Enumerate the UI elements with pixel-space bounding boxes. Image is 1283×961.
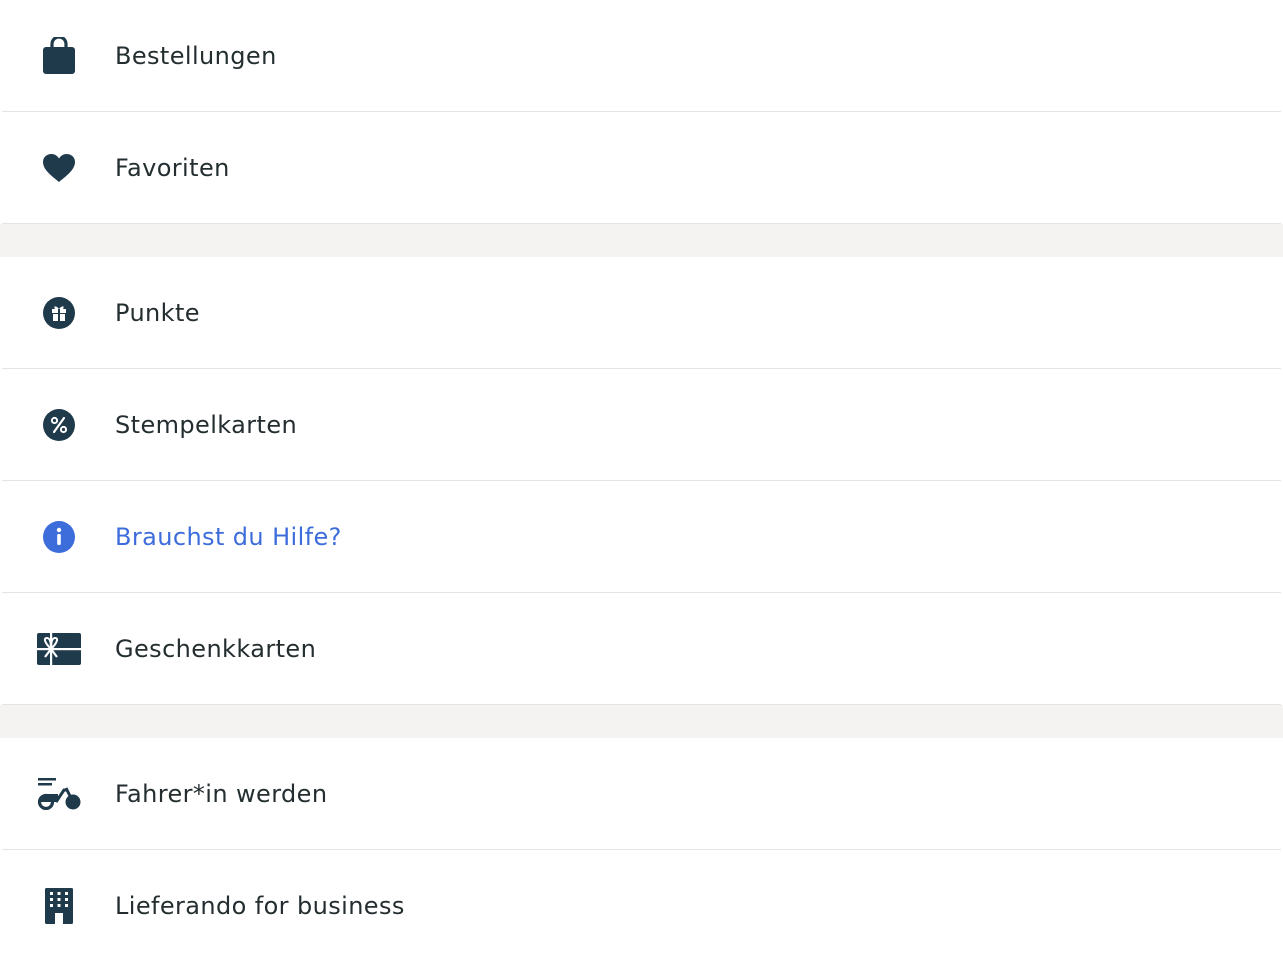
menu-item-points[interactable]: Punkte [2, 257, 1281, 369]
menu-item-become-courier[interactable]: Fahrer*in werden [2, 738, 1281, 850]
menu-item-label: Favoriten [115, 153, 230, 182]
menu-group-rewards: Punkte Stempelkarten Brauchst du Hilfe? … [2, 257, 1281, 705]
menu-item-label: Geschenkkarten [115, 634, 317, 663]
menu-group-other: Fahrer*in werden Lieferando for business [2, 738, 1281, 961]
menu-item-label: Fahrer*in werden [115, 779, 328, 808]
menu-item-label: Stempelkarten [115, 410, 298, 439]
menu-item-label: Punkte [115, 298, 200, 327]
building-icon [35, 882, 83, 930]
heart-icon [35, 144, 83, 192]
menu-item-favorites[interactable]: Favoriten [2, 112, 1281, 224]
menu-item-label: Lieferando for business [115, 891, 405, 920]
scooter-icon [35, 770, 83, 818]
section-divider [0, 705, 1283, 738]
menu-item-help[interactable]: Brauchst du Hilfe? [2, 481, 1281, 593]
gift-icon [35, 289, 83, 337]
percent-icon [35, 401, 83, 449]
section-divider [0, 224, 1283, 257]
menu-group-orders: Bestellungen Favoriten [2, 0, 1281, 224]
info-icon [35, 513, 83, 561]
shopping-bag-icon [35, 32, 83, 80]
menu-item-orders[interactable]: Bestellungen [2, 0, 1281, 112]
menu-item-business[interactable]: Lieferando for business [2, 850, 1281, 961]
account-menu: Bestellungen Favoriten Punkte Stempelkar… [0, 0, 1283, 961]
gift-card-icon [35, 625, 83, 673]
menu-item-gift-cards[interactable]: Geschenkkarten [2, 593, 1281, 705]
menu-item-label: Brauchst du Hilfe? [115, 522, 342, 551]
menu-item-label: Bestellungen [115, 41, 277, 70]
menu-item-stamp-cards[interactable]: Stempelkarten [2, 369, 1281, 481]
